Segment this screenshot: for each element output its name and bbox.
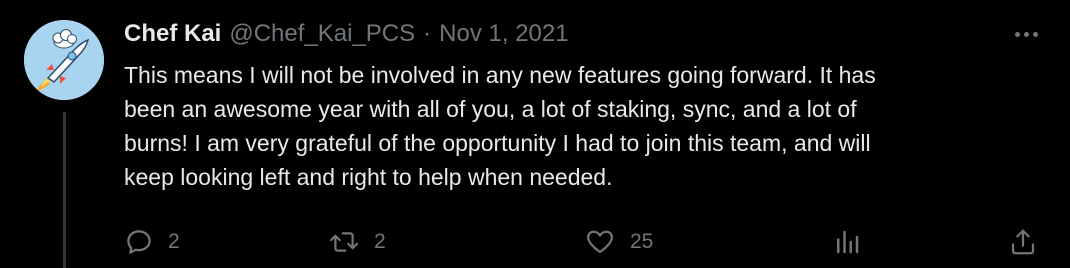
more-dots-icon (1014, 31, 1020, 37)
tweet-header: Chef Kai @Chef_Kai_PCS · Nov 1, 2021 (124, 18, 569, 50)
tweet-date[interactable]: Nov 1, 2021 (439, 20, 568, 48)
action-bar: 2 2 25 (0, 222, 1070, 262)
share-button[interactable] (1008, 222, 1038, 262)
like-button[interactable]: 25 (584, 222, 653, 262)
tweet-text-line: been an awesome year with all of you, a … (124, 96, 857, 122)
display-name[interactable]: Chef Kai (124, 20, 221, 48)
retweet-icon (329, 232, 359, 252)
analytics-icon (837, 230, 859, 254)
reply-icon (127, 230, 151, 254)
more-options-button[interactable] (1010, 22, 1042, 46)
more-dots-icon (1032, 31, 1038, 37)
user-handle[interactable]: @Chef_Kai_PCS (229, 20, 415, 48)
rocket-avatar-icon (24, 20, 104, 100)
tweet-text-line: This means I will not be involved in any… (124, 62, 876, 88)
retweet-button[interactable]: 2 (328, 222, 386, 262)
retweet-count: 2 (374, 230, 386, 253)
reply-button[interactable]: 2 (124, 222, 180, 262)
share-icon (1011, 229, 1035, 255)
more-dots-icon (1023, 31, 1029, 37)
like-count: 25 (630, 230, 654, 253)
heart-icon (587, 230, 613, 254)
reply-count: 2 (168, 230, 180, 253)
tweet-text-line: keep looking left and right to help when… (124, 164, 613, 190)
tweet-text: This means I will not be involved in any… (124, 58, 1044, 194)
tweet-card[interactable]: Chef Kai @Chef_Kai_PCS · Nov 1, 2021 Thi… (0, 0, 1070, 268)
avatar[interactable] (24, 20, 104, 100)
analytics-button[interactable] (832, 222, 862, 262)
separator: · (423, 20, 432, 47)
tweet-text-line: burns! I am very grateful of the opportu… (124, 130, 871, 156)
